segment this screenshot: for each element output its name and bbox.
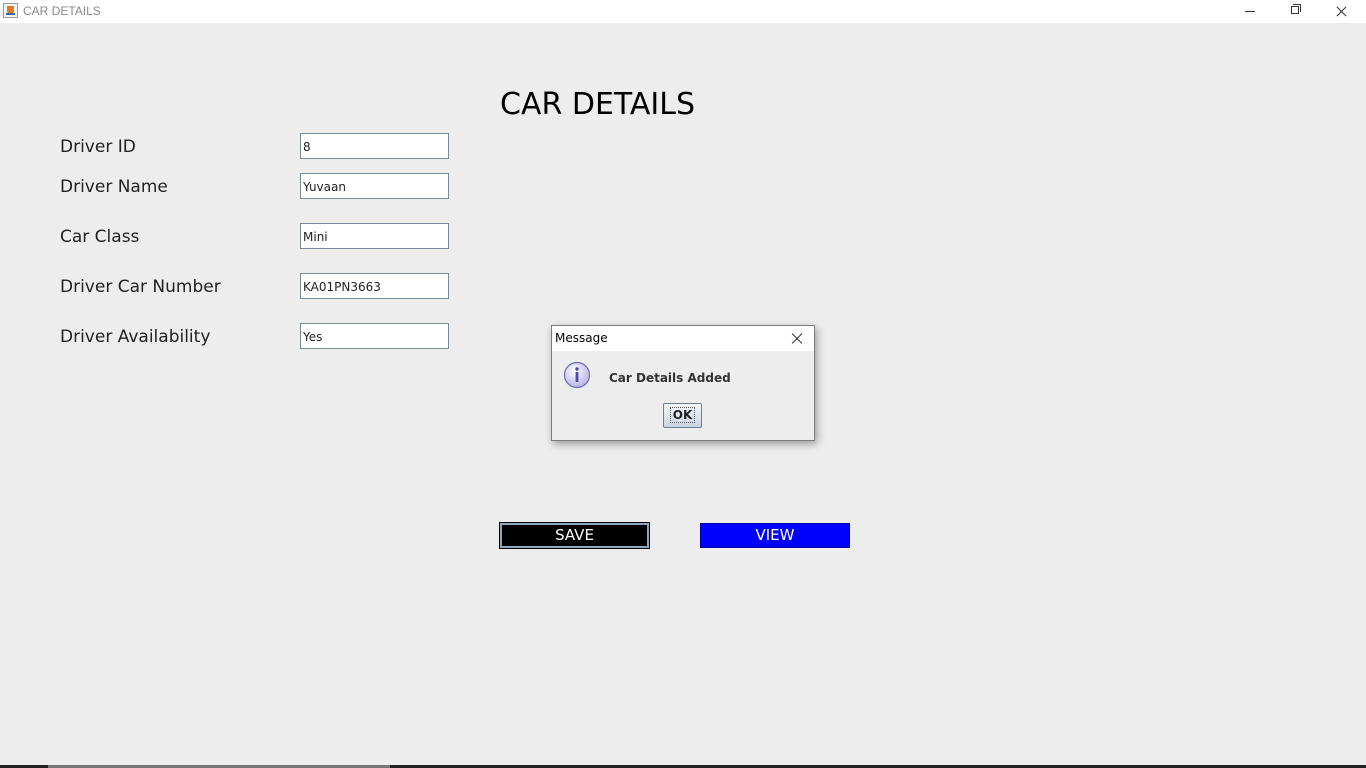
- driver-availability-field[interactable]: [300, 323, 449, 349]
- ok-button[interactable]: OK: [663, 403, 702, 428]
- info-icon: [563, 361, 591, 389]
- save-button[interactable]: SAVE: [499, 522, 650, 549]
- driver-name-label: Driver Name: [60, 177, 168, 197]
- car-class-field[interactable]: [300, 223, 449, 249]
- page-title: CAR DETAILS: [500, 87, 696, 122]
- dialog-close-button[interactable]: [787, 329, 807, 349]
- maximize-button[interactable]: [1272, 0, 1318, 23]
- close-window-button[interactable]: [1318, 0, 1364, 23]
- dialog-message: Car Details Added: [609, 371, 731, 385]
- car-class-label: Car Class: [60, 227, 140, 247]
- window-titlebar: CAR DETAILS: [0, 0, 1366, 23]
- driver-id-label: Driver ID: [60, 137, 136, 157]
- driver-availability-label: Driver Availability: [60, 327, 211, 347]
- driver-name-field[interactable]: [300, 173, 449, 199]
- driver-car-number-label: Driver Car Number: [60, 277, 221, 297]
- driver-id-field[interactable]: [300, 133, 449, 159]
- message-dialog: Message Car Details Added OK: [551, 325, 815, 441]
- view-button[interactable]: VIEW: [700, 523, 850, 548]
- dialog-title: Message: [555, 331, 608, 345]
- minimize-icon: [1245, 11, 1255, 12]
- java-app-icon: [3, 3, 18, 18]
- driver-car-number-field[interactable]: [300, 273, 449, 299]
- minimize-button[interactable]: [1227, 0, 1273, 23]
- restore-icon: [1291, 6, 1299, 14]
- ok-button-label: OK: [669, 407, 696, 423]
- dialog-titlebar: Message: [552, 326, 814, 351]
- window-title: CAR DETAILS: [23, 4, 101, 18]
